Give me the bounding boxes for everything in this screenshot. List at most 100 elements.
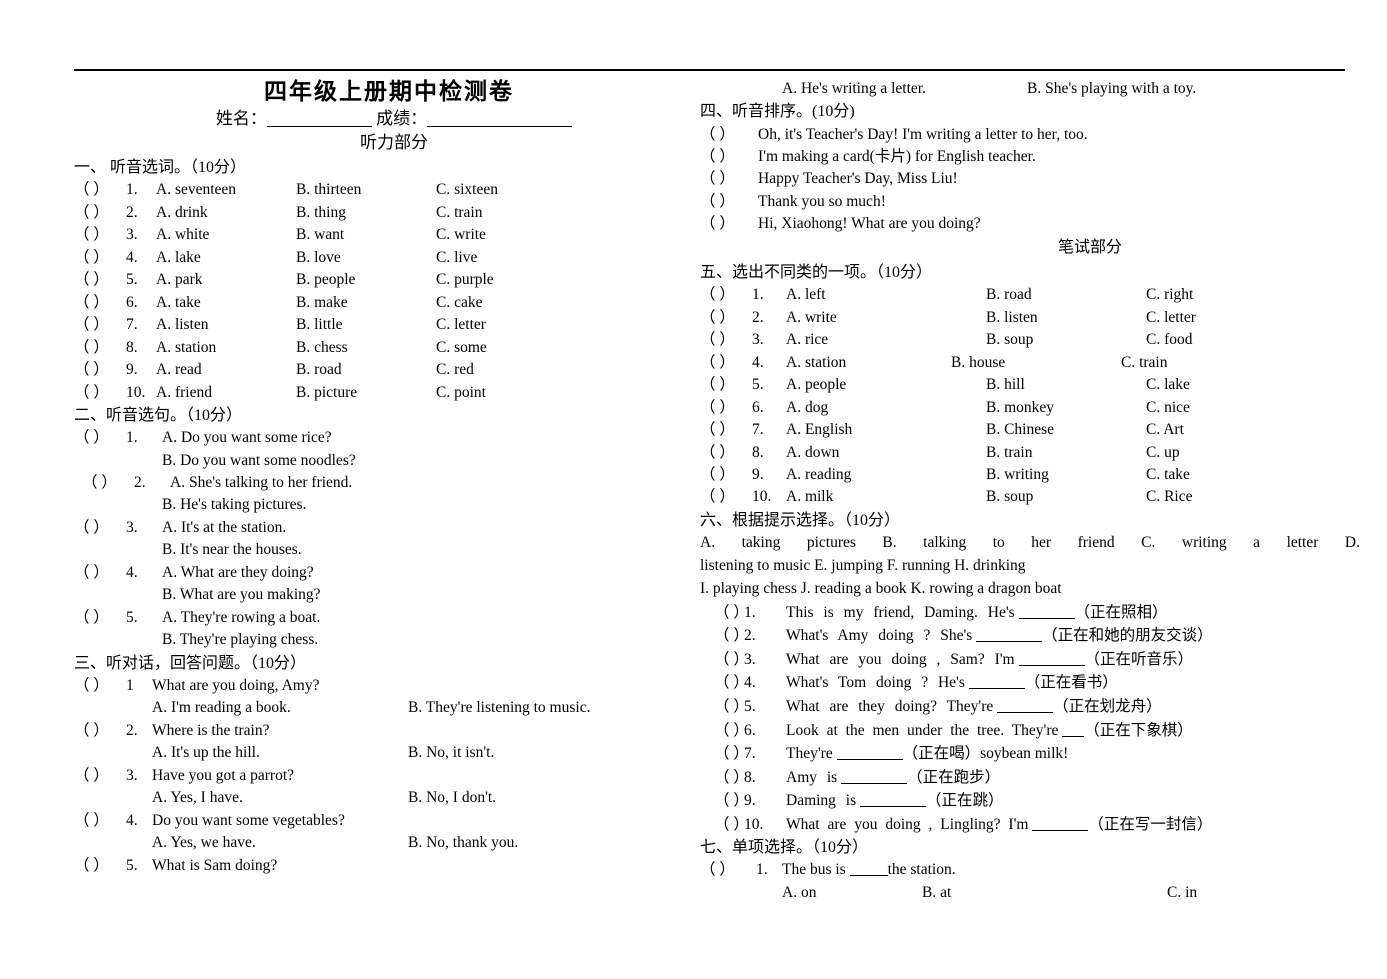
option-c[interactable]: C. in: [1167, 882, 1197, 904]
option-a[interactable]: A. Yes, we have.: [152, 832, 408, 854]
option-b[interactable]: B. road: [986, 284, 1146, 306]
option-c[interactable]: C. point: [436, 382, 486, 404]
name-input-blank[interactable]: [266, 111, 372, 127]
option-b[interactable]: B. want: [296, 224, 436, 246]
option-b[interactable]: B. writing: [986, 464, 1146, 486]
answer-bracket[interactable]: （ ）: [700, 419, 752, 441]
answer-bracket[interactable]: （ ）: [700, 329, 752, 351]
option-b[interactable]: B. They're playing chess.: [74, 629, 318, 651]
option-c[interactable]: C. purple: [436, 269, 494, 291]
option-b[interactable]: B. No, thank you.: [408, 832, 518, 854]
option-c[interactable]: C. train: [436, 202, 483, 224]
option-c[interactable]: C. lake: [1146, 374, 1190, 396]
option-b[interactable]: B. She's playing with a toy.: [1027, 78, 1196, 100]
answer-blank[interactable]: [976, 627, 1043, 643]
option-a[interactable]: A. white: [156, 224, 296, 246]
option-b[interactable]: B. thirteen: [296, 179, 436, 201]
option-b[interactable]: B. train: [986, 442, 1146, 464]
answer-bracket[interactable]: （ ）: [714, 671, 749, 695]
option-c[interactable]: C. Rice: [1146, 486, 1193, 508]
answer-bracket[interactable]: （ ）: [74, 359, 126, 381]
option-b[interactable]: B. hill: [986, 374, 1146, 396]
answer-bracket[interactable]: （ ）: [74, 855, 126, 877]
option-a[interactable]: A. station: [786, 352, 951, 374]
option-b[interactable]: B. No, I don't.: [408, 787, 496, 809]
answer-blank[interactable]: [997, 698, 1054, 713]
option-a[interactable]: A. rice: [786, 329, 986, 351]
option-c[interactable]: C. letter: [1146, 307, 1196, 329]
answer-blank[interactable]: [1018, 651, 1085, 666]
option-b[interactable]: B. at: [922, 882, 1167, 904]
option-a[interactable]: A. left: [786, 284, 986, 306]
option-a[interactable]: A. take: [156, 292, 296, 314]
answer-bracket[interactable]: （ ）: [700, 168, 758, 190]
answer-bracket[interactable]: （ ）: [74, 179, 126, 201]
answer-bracket[interactable]: （ ）: [74, 382, 126, 404]
score-input-blank[interactable]: [427, 111, 573, 127]
option-b[interactable]: B. little: [296, 314, 436, 336]
option-b[interactable]: B. soup: [986, 329, 1146, 351]
option-c[interactable]: C. letter: [436, 314, 486, 336]
option-a[interactable]: A. Do you want some rice?: [162, 427, 332, 449]
option-a[interactable]: A. down: [786, 442, 986, 464]
answer-bracket[interactable]: （ ）: [700, 146, 758, 168]
option-b[interactable]: B. No, it isn't.: [408, 742, 494, 764]
answer-bracket[interactable]: （ ）: [714, 742, 749, 766]
option-c[interactable]: C. food: [1146, 329, 1193, 351]
answer-bracket[interactable]: （ ）: [74, 562, 126, 584]
answer-bracket[interactable]: （ ）: [74, 765, 126, 787]
option-a[interactable]: A. listen: [156, 314, 296, 336]
option-a[interactable]: A. friend: [156, 382, 296, 404]
answer-bracket[interactable]: （ ）: [74, 517, 126, 539]
answer-bracket[interactable]: （ ）: [700, 442, 752, 464]
answer-bracket[interactable]: （ ）: [74, 202, 126, 224]
answer-bracket[interactable]: （ ）: [714, 719, 749, 743]
option-a[interactable]: A. It's up the hill.: [152, 742, 408, 764]
answer-blank[interactable]: [1018, 604, 1075, 619]
answer-bracket[interactable]: （ ）: [714, 624, 749, 648]
answer-blank[interactable]: [1062, 722, 1085, 737]
option-a[interactable]: A. It's at the station.: [162, 517, 286, 539]
option-b[interactable]: B. They're listening to music.: [408, 697, 590, 719]
option-c[interactable]: C. up: [1146, 442, 1180, 464]
answer-bracket[interactable]: （ ）: [700, 464, 752, 486]
answer-bracket[interactable]: （ ）: [74, 314, 126, 336]
option-a[interactable]: A. drink: [156, 202, 296, 224]
option-a[interactable]: A. Yes, I have.: [152, 787, 408, 809]
answer-bracket[interactable]: （ ）: [74, 810, 126, 832]
answer-bracket[interactable]: （ ）: [74, 224, 126, 246]
answer-blank[interactable]: [841, 769, 908, 784]
option-a[interactable]: A. English: [786, 419, 986, 441]
option-a[interactable]: A. milk: [786, 486, 986, 508]
option-c[interactable]: C. red: [436, 359, 474, 381]
option-b[interactable]: B. thing: [296, 202, 436, 224]
option-b[interactable]: B. people: [296, 269, 436, 291]
option-a[interactable]: A. lake: [156, 247, 296, 269]
answer-bracket[interactable]: （ ）: [700, 307, 752, 329]
option-b[interactable]: B. picture: [296, 382, 436, 404]
answer-bracket[interactable]: （ ）: [714, 695, 749, 719]
option-b[interactable]: B. soup: [986, 486, 1146, 508]
option-a[interactable]: A. She's talking to her friend.: [170, 472, 352, 494]
answer-blank[interactable]: [849, 861, 888, 877]
option-b[interactable]: B. He's taking pictures.: [74, 494, 306, 516]
option-a[interactable]: A. I'm reading a book.: [152, 697, 408, 719]
answer-blank[interactable]: [836, 745, 903, 761]
option-b[interactable]: B. It's near the houses.: [74, 539, 302, 561]
option-a[interactable]: A. He's writing a letter.: [782, 78, 1027, 100]
answer-bracket[interactable]: （ ）: [74, 607, 126, 629]
option-c[interactable]: C. live: [436, 247, 477, 269]
option-b[interactable]: B. love: [296, 247, 436, 269]
answer-bracket[interactable]: （ ）: [700, 374, 752, 396]
answer-bracket[interactable]: （ ）: [714, 766, 749, 790]
answer-bracket[interactable]: （ ）: [74, 247, 126, 269]
option-b[interactable]: B. monkey: [986, 397, 1146, 419]
answer-bracket[interactable]: （ ）: [700, 486, 752, 508]
option-c[interactable]: C. take: [1146, 464, 1190, 486]
answer-bracket[interactable]: （ ）: [714, 813, 749, 837]
option-c[interactable]: C. nice: [1146, 397, 1190, 419]
answer-bracket[interactable]: （ ）: [700, 284, 752, 306]
option-a[interactable]: A. They're rowing a boat.: [162, 607, 320, 629]
option-c[interactable]: C. some: [436, 337, 487, 359]
answer-bracket[interactable]: （ ）: [714, 789, 749, 813]
